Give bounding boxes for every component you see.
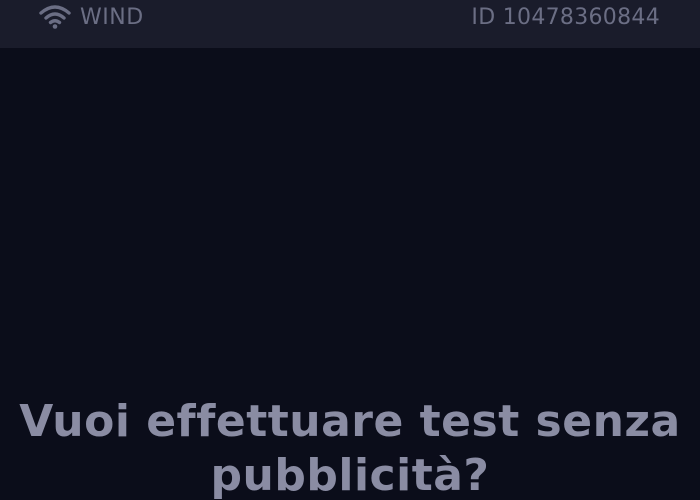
- ad-free-prompt-title: Vuoi effettuare test senza pubblicità?: [19, 396, 681, 500]
- app-screen: WIND ID 10478360844 Vuoi effettuare test…: [0, 0, 700, 500]
- device-id: ID 10478360844: [471, 5, 660, 30]
- status-bar: WIND ID 10478360844: [0, 0, 700, 48]
- wifi-icon: [38, 4, 72, 30]
- carrier-name: WIND: [80, 5, 144, 30]
